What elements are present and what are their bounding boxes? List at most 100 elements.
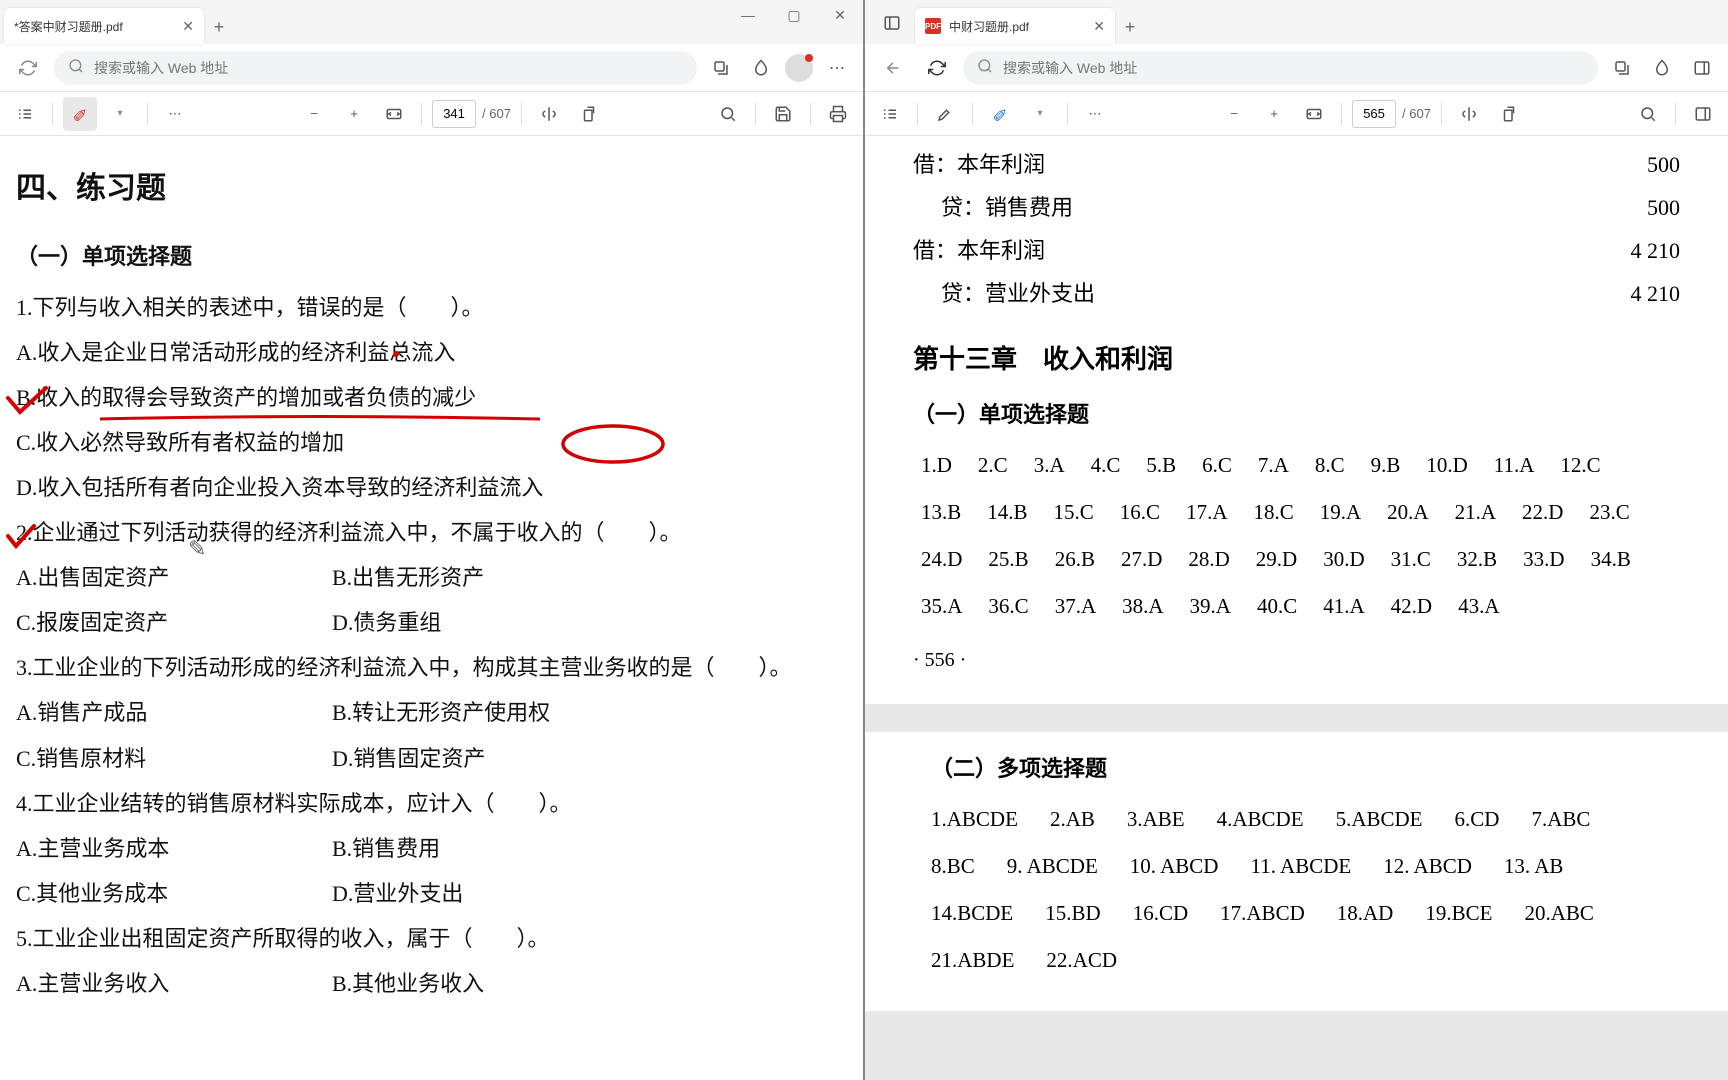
answer-item: 36.C xyxy=(988,586,1028,627)
search-icon xyxy=(977,58,993,77)
pdf-viewport-left[interactable]: 四、练习题 （一）单项选择题 1.下列与收入相关的表述中，错误的是（ ）。 A.… xyxy=(0,136,863,1080)
page-number-input[interactable] xyxy=(1352,100,1396,128)
answer-item: 21.A xyxy=(1455,492,1496,533)
chevron-down-icon: ▾ xyxy=(1037,108,1042,119)
answer-item: 12.C xyxy=(1560,445,1600,486)
q1-opt-a: A.收入是企业日常活动形成的经济利益总流入 xyxy=(16,330,847,375)
address-input[interactable] xyxy=(94,60,683,76)
answer-item: 17.ABCD xyxy=(1220,893,1305,934)
highlight-tool[interactable] xyxy=(928,97,962,131)
toc-icon[interactable] xyxy=(8,97,42,131)
answer-item: 10.D xyxy=(1426,445,1467,486)
close-button[interactable]: ✕ xyxy=(817,0,863,30)
maximize-button[interactable]: ▢ xyxy=(771,0,817,30)
omnibox[interactable] xyxy=(963,51,1598,85)
answer-item: 34.B xyxy=(1591,539,1631,580)
left-pdf-window: *答案中财习题册.pdf ✕ + — ▢ ✕ ⋯ xyxy=(0,0,865,1080)
rotate-icon[interactable] xyxy=(572,97,606,131)
section-title: 四、练习题 xyxy=(16,158,847,220)
page-number-label: · 556 · xyxy=(913,641,1680,680)
back-button[interactable] xyxy=(875,50,911,86)
save-icon[interactable] xyxy=(766,97,800,131)
pdf-viewport-right[interactable]: 借：本年利润500 贷：销售费用500 借：本年利润4 210 贷：营业外支出4… xyxy=(865,136,1728,1080)
search-pdf-icon[interactable] xyxy=(1631,97,1665,131)
new-tab-button[interactable]: + xyxy=(204,17,234,44)
question-3: 3.工业企业的下列活动形成的经济利益流入中，构成其主营业务收的是（ ）。 xyxy=(16,645,847,690)
omnibox[interactable] xyxy=(54,51,697,85)
q5-opt-a: A.主营业务收入 xyxy=(16,961,332,1006)
answer-item: 27.D xyxy=(1121,539,1162,580)
answer-item: 9. ABCDE xyxy=(1007,846,1098,887)
answer-item: 30.D xyxy=(1323,539,1364,580)
tab-actions-icon[interactable] xyxy=(877,10,907,36)
answer-item: 12. ABCD xyxy=(1383,846,1472,887)
q3-opt-b: B.转让无形资产使用权 xyxy=(332,690,550,735)
answer-item: 19.BCE xyxy=(1425,893,1492,934)
pdf-page-right-1: 借：本年利润500 贷：销售费用500 借：本年利润4 210 贷：营业外支出4… xyxy=(865,136,1728,704)
window-controls: — ▢ ✕ xyxy=(725,0,863,30)
tab-close-icon[interactable]: ✕ xyxy=(1093,18,1105,35)
zoom-in-button[interactable]: + xyxy=(1257,97,1291,131)
new-tab-button[interactable]: + xyxy=(1115,17,1145,44)
page-number-input[interactable] xyxy=(432,100,476,128)
tab-title: *答案中财习题册.pdf xyxy=(14,18,174,35)
answer-item: 22.ACD xyxy=(1046,940,1117,981)
search-pdf-icon[interactable] xyxy=(711,97,745,131)
toc-icon[interactable] xyxy=(873,97,907,131)
fit-icon[interactable] xyxy=(377,97,411,131)
answer-item: 2.AB xyxy=(1050,799,1095,840)
zoom-out-button[interactable]: − xyxy=(297,97,331,131)
minimize-button[interactable]: — xyxy=(725,0,771,30)
read-aloud-icon[interactable] xyxy=(1452,97,1486,131)
collections-icon[interactable] xyxy=(1606,52,1638,84)
answer-item: 19.A xyxy=(1320,492,1361,533)
read-aloud-icon[interactable] xyxy=(532,97,566,131)
print-icon[interactable] xyxy=(821,97,855,131)
q1-opt-d: D.收入包括所有者向企业投入资本导致的经济利益流入 xyxy=(16,465,847,510)
entry-credit-1: 贷：销售费用 xyxy=(913,187,1073,230)
answer-item: 28.D xyxy=(1188,539,1229,580)
sidebar-icon[interactable] xyxy=(1686,52,1718,84)
profile-avatar[interactable] xyxy=(785,54,813,82)
fit-icon[interactable] xyxy=(1297,97,1331,131)
performance-icon[interactable] xyxy=(745,52,777,84)
collections-icon[interactable] xyxy=(705,52,737,84)
zoom-in-button[interactable]: + xyxy=(337,97,371,131)
question-4: 4.工业企业结转的销售原材料实际成本，应计入（ ）。 xyxy=(16,781,847,826)
answer-item: 13. AB xyxy=(1504,846,1564,887)
q1-opt-c: C.收入必然导致所有者权益的增加 xyxy=(16,420,847,465)
q2-opt-d: D.债务重组 xyxy=(332,600,441,645)
toolbar-more-icon[interactable]: ⋯ xyxy=(1078,97,1112,131)
draw-dropdown[interactable]: ▾ xyxy=(103,97,137,131)
zoom-out-button[interactable]: − xyxy=(1217,97,1251,131)
entry-credit-2: 贷：营业外支出 xyxy=(913,273,1095,316)
answer-item: 29.D xyxy=(1256,539,1297,580)
draw-tool[interactable]: ✎ xyxy=(983,97,1017,131)
entry-amount-3: 4 210 xyxy=(1631,230,1681,273)
answer-item: 6.C xyxy=(1202,445,1232,486)
tab-right[interactable]: PDF 中财习题册.pdf ✕ xyxy=(915,8,1115,44)
q4-opt-c: C.其他业务成本 xyxy=(16,871,332,916)
q3-opt-d: D.销售固定资产 xyxy=(332,736,485,781)
more-icon[interactable]: ⋯ xyxy=(821,52,853,84)
addressbar-left: ⋯ xyxy=(0,44,863,92)
answer-item: 33.D xyxy=(1523,539,1564,580)
refresh-button[interactable] xyxy=(10,50,46,86)
refresh-button[interactable] xyxy=(919,50,955,86)
pdf-toolbar-left: ✎ ▾ ⋯ − + / 607 xyxy=(0,92,863,136)
address-input[interactable] xyxy=(1003,60,1584,76)
performance-icon[interactable] xyxy=(1646,52,1678,84)
answer-item: 16.CD xyxy=(1133,893,1188,934)
tab-close-icon[interactable]: ✕ xyxy=(182,18,194,35)
answer-item: 43.A xyxy=(1458,586,1499,627)
titlebar-right: PDF 中财习题册.pdf ✕ + xyxy=(865,0,1728,44)
answer-item: 13.B xyxy=(921,492,961,533)
tab-left[interactable]: *答案中财习题册.pdf ✕ xyxy=(4,8,204,44)
draw-tool[interactable]: ✎ xyxy=(63,97,97,131)
draw-dropdown[interactable]: ▾ xyxy=(1023,97,1057,131)
save-icon[interactable] xyxy=(1686,97,1720,131)
rotate-icon[interactable] xyxy=(1492,97,1526,131)
single-choice-heading: （一）单项选择题 xyxy=(913,394,1680,437)
entry-amount-1: 500 xyxy=(1647,144,1680,187)
toolbar-more-icon[interactable]: ⋯ xyxy=(158,97,192,131)
